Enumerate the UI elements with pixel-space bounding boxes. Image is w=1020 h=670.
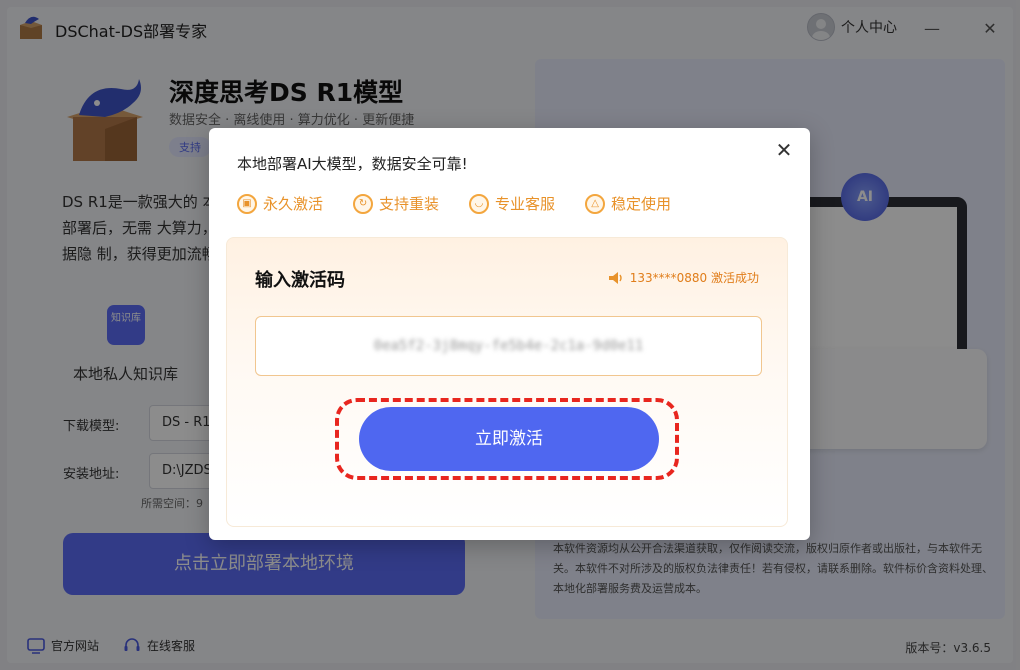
speaker-icon	[608, 271, 622, 284]
feature-item-reinstall: ↻ 支持重装	[353, 193, 439, 214]
activation-panel: 输入激活码 133****0880 激活成功 立即激活	[226, 237, 788, 527]
activation-code-title: 输入激活码	[255, 270, 345, 291]
modal-close-icon[interactable]: ✕	[772, 138, 796, 162]
activation-notice-text: 133****0880 激活成功	[629, 271, 759, 285]
feature-item-permanent: ▣ 永久激活	[237, 193, 323, 214]
headset-icon: ◡	[469, 193, 490, 214]
activate-button-highlight: 立即激活	[335, 398, 679, 480]
feature-list: ▣ 永久激活 ↻ 支持重装 ◡ 专业客服 △ 稳定使用	[237, 193, 671, 214]
activation-modal: ✕ 本地部署AI大模型，数据安全可靠! ▣ 永久激活 ↻ 支持重装 ◡ 专业客服…	[209, 128, 810, 540]
activation-code-field[interactable]	[255, 316, 762, 376]
permanent-icon: ▣	[237, 193, 257, 214]
reinstall-icon: ↻	[353, 193, 374, 214]
activation-notice: 133****0880 激活成功	[608, 269, 759, 286]
feature-label: 专业客服	[495, 195, 556, 213]
feature-item-support: ◡ 专业客服	[469, 193, 555, 214]
feature-label: 支持重装	[379, 195, 440, 213]
modal-headline: 本地部署AI大模型，数据安全可靠!	[237, 155, 468, 173]
feature-label: 永久激活	[263, 195, 324, 213]
feature-label: 稳定使用	[611, 195, 672, 213]
stable-icon: △	[585, 193, 606, 214]
activate-button[interactable]: 立即激活	[359, 407, 659, 471]
activation-code-input[interactable]	[288, 338, 729, 354]
feature-item-stable: △ 稳定使用	[585, 193, 671, 214]
